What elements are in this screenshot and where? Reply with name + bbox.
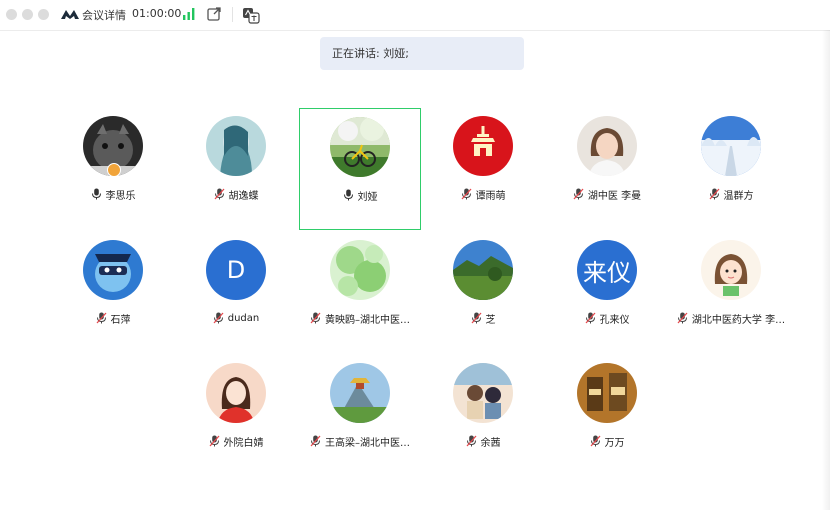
title-bar: 会议详情 01:00:00 — [0, 0, 830, 31]
participant-name: 刘娅 — [357, 191, 378, 203]
mic-muted-icon — [709, 188, 724, 200]
participant-name: 万万 — [604, 437, 625, 449]
participant-name: 孔来仪 — [599, 314, 630, 326]
mic-muted-icon — [310, 312, 325, 324]
participant-name-row: 芝 — [426, 310, 540, 326]
avatar-initials: 来仪 — [577, 240, 637, 300]
participant-name-row: 李思乐 — [56, 186, 170, 202]
participant-name-row: 余茜 — [426, 433, 540, 449]
participant-avatar — [577, 363, 637, 423]
participant-tile[interactable]: Ddudan — [175, 232, 297, 354]
participant-name: 石萍 — [110, 314, 131, 326]
participant-avatar — [330, 117, 390, 177]
participant-tile[interactable]: 李思乐 — [52, 108, 174, 230]
translate-icon[interactable] — [242, 6, 260, 24]
close-window-button[interactable] — [6, 9, 17, 20]
participant-avatar — [83, 240, 143, 300]
participant-tile[interactable]: 王高梁–湖北中医… — [299, 355, 421, 477]
active-speaker-text: 正在讲话: 刘娅; — [332, 47, 409, 60]
mic-muted-icon — [96, 312, 111, 324]
participant-name: 王高梁–湖北中医… — [325, 437, 410, 449]
participant-name-row: 湖北中医药大学 李… — [674, 310, 788, 326]
participant-name: 湖北中医药大学 李… — [691, 314, 786, 326]
participant-tile[interactable]: 石萍 — [52, 232, 174, 354]
participant-name-row: 湖中医 李曼 — [550, 186, 664, 202]
participant-name-row: 外院白婧 — [179, 433, 293, 449]
participant-name-row: 万万 — [550, 433, 664, 449]
participant-avatar — [453, 363, 513, 423]
mic-muted-icon — [466, 435, 481, 447]
participant-name-row: 温群方 — [674, 186, 788, 202]
participant-name-row: 黄映鸥–湖北中医… — [303, 310, 417, 326]
participant-name-row: 谭雨萌 — [426, 186, 540, 202]
mic-on-icon — [343, 189, 358, 201]
meeting-timer: 01:00:00 — [132, 7, 182, 20]
mic-muted-icon — [590, 435, 605, 447]
participant-avatar: 来仪 — [577, 240, 637, 300]
popout-icon[interactable] — [206, 6, 222, 22]
participant-avatar — [330, 363, 390, 423]
participant-tile[interactable]: 余茜 — [422, 355, 544, 477]
participant-tile[interactable]: 外院白婧 — [175, 355, 297, 477]
mic-muted-icon — [461, 188, 476, 200]
mic-muted-icon — [310, 435, 325, 447]
app-logo-icon — [61, 10, 79, 19]
participant-tile[interactable]: 黄映鸥–湖北中医… — [299, 232, 421, 354]
participant-avatar — [206, 116, 266, 176]
participant-tile[interactable]: 来仪孔来仪 — [546, 232, 668, 354]
participant-tile[interactable]: 芝 — [422, 232, 544, 354]
participant-name-row: 王高梁–湖北中医… — [303, 433, 417, 449]
participant-tile[interactable]: 万万 — [546, 355, 668, 477]
participant-tile[interactable]: 温群方 — [670, 108, 792, 230]
participant-avatar — [330, 240, 390, 300]
participant-avatar — [453, 240, 513, 300]
avatar-initials: D — [206, 240, 266, 300]
meeting-details-title[interactable]: 会议详情 — [82, 7, 126, 23]
participant-avatar — [701, 116, 761, 176]
mic-muted-icon — [213, 312, 228, 324]
participant-avatar — [577, 116, 637, 176]
participant-name: 湖中医 李曼 — [587, 190, 642, 202]
participant-avatar: D — [206, 240, 266, 300]
participant-avatar — [453, 116, 513, 176]
mic-muted-icon — [677, 312, 692, 324]
minimize-window-button[interactable] — [22, 9, 33, 20]
participant-name-row: 刘娅 — [304, 187, 416, 203]
participant-tile[interactable]: 湖中医 李曼 — [546, 108, 668, 230]
mic-on-icon — [91, 188, 106, 200]
participant-tile[interactable]: 刘娅 — [299, 108, 421, 230]
participant-name: 黄映鸥–湖北中医… — [325, 314, 410, 326]
participant-name: 胡逸蝶 — [228, 190, 259, 202]
titlebar-divider — [232, 7, 233, 22]
participant-name-row: 石萍 — [56, 310, 170, 326]
participant-avatar — [701, 240, 761, 300]
host-badge-icon — [107, 163, 121, 177]
participant-name: 余茜 — [480, 437, 501, 449]
participant-name: 温群方 — [723, 190, 754, 202]
participant-name: 谭雨萌 — [475, 190, 506, 202]
participant-name: 外院白婧 — [223, 437, 264, 449]
network-signal-icon[interactable] — [182, 8, 196, 20]
participant-name-row: dudan — [179, 310, 293, 326]
mic-muted-icon — [585, 312, 600, 324]
active-speaker-banner: 正在讲话: 刘娅; — [320, 37, 524, 70]
participant-name-row: 胡逸蝶 — [179, 186, 293, 202]
participant-name: dudan — [227, 312, 260, 324]
participant-name: 芝 — [485, 314, 496, 326]
participant-name: 李思乐 — [105, 190, 136, 202]
mic-muted-icon — [214, 188, 229, 200]
mic-muted-icon — [209, 435, 224, 447]
mic-muted-icon — [573, 188, 588, 200]
participant-tile[interactable]: 谭雨萌 — [422, 108, 544, 230]
maximize-window-button[interactable] — [38, 9, 49, 20]
participant-avatar — [206, 363, 266, 423]
participant-tile[interactable]: 湖北中医药大学 李… — [670, 232, 792, 354]
mic-muted-icon — [471, 312, 486, 324]
participant-name-row: 孔来仪 — [550, 310, 664, 326]
participant-tile[interactable]: 胡逸蝶 — [175, 108, 297, 230]
panel-edge-shadow — [822, 30, 830, 510]
